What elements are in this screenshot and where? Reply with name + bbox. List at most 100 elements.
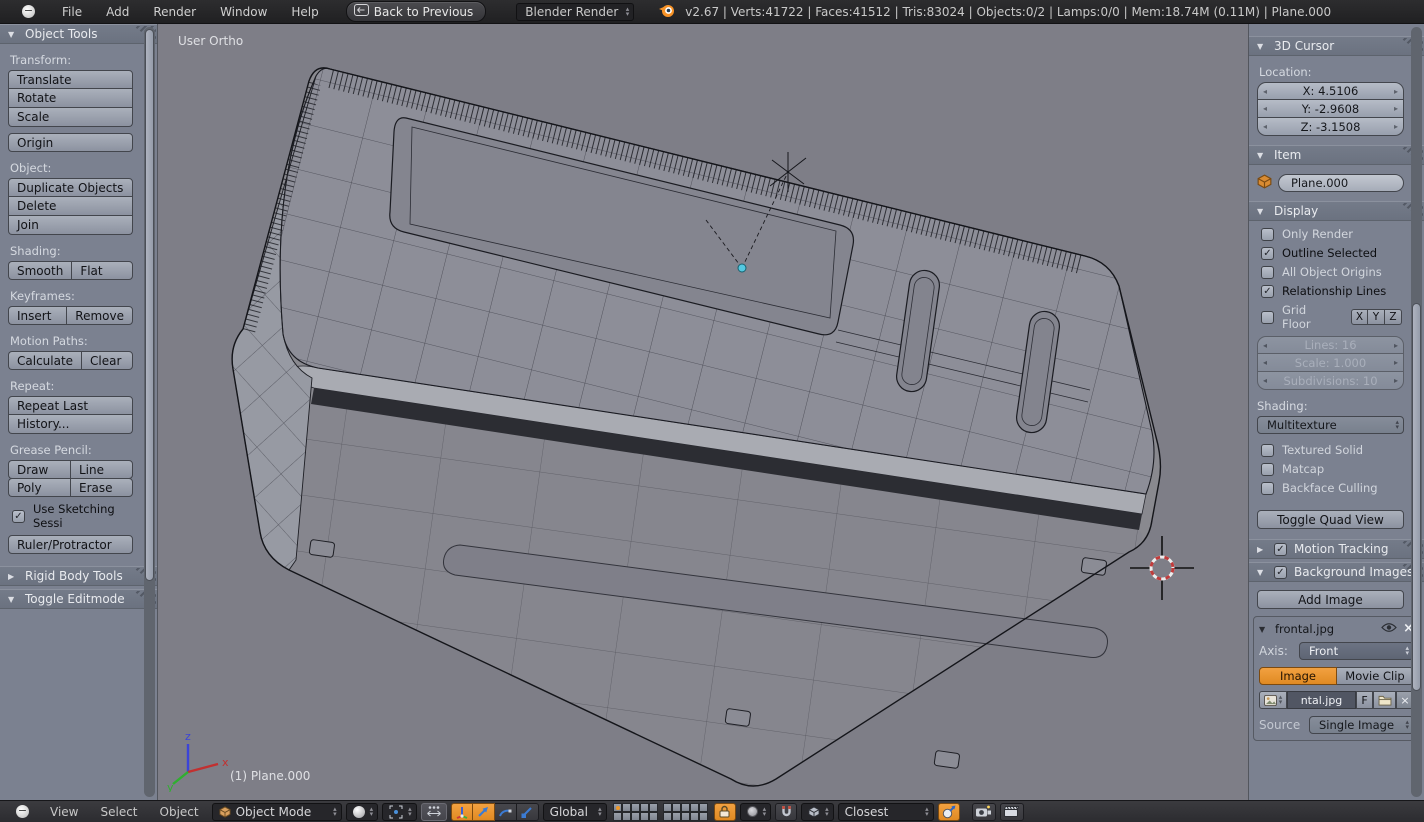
all-object-origins-checkbox[interactable] (1261, 265, 1274, 279)
grid-axis-z-button[interactable]: Z (1385, 309, 1402, 325)
flat-button[interactable]: Flat (71, 261, 133, 280)
pivot-point-dropdown[interactable]: ▴ ▾ (382, 802, 417, 821)
panel-header-item[interactable]: ▼ Item (1249, 145, 1424, 165)
chevron-down-icon[interactable]: ▼ (1259, 625, 1269, 634)
layer-cell[interactable] (680, 811, 690, 821)
layer-cell[interactable] (630, 802, 640, 812)
cursor-y-field[interactable]: Y: -2.9608 (1257, 100, 1404, 118)
menu-help[interactable]: Help (280, 0, 329, 24)
relationship-lines-checkbox[interactable]: ✓ (1261, 284, 1274, 298)
3d-viewport[interactable]: User Ortho (1) Plane.000 z x y (158, 24, 1248, 800)
matcap-checkbox[interactable] (1261, 462, 1274, 476)
mode-dropdown[interactable]: Object Mode ▴ ▾ (211, 802, 342, 821)
fake-user-button[interactable]: F (1356, 691, 1373, 709)
layer-cell[interactable] (662, 811, 672, 821)
manipulator-toggle-button[interactable] (450, 802, 473, 821)
gp-poly-button[interactable]: Poly (8, 478, 70, 497)
history-button[interactable]: History... (8, 415, 133, 434)
background-images-checkbox[interactable]: ✓ (1274, 565, 1287, 579)
axis-dropdown[interactable]: Front ▴ ▾ (1299, 642, 1414, 660)
layer-cell[interactable] (698, 802, 708, 812)
tab-movie-clip[interactable]: Movie Clip (1337, 667, 1414, 685)
shading-mode-dropdown[interactable]: Multitexture ▴ ▾ (1257, 416, 1404, 434)
wireframe-mesh-object[interactable] (158, 24, 1248, 800)
panel-header-object-tools[interactable]: ▼ Object Tools (0, 24, 157, 44)
grid-axis-y-button[interactable]: Y (1368, 309, 1385, 325)
add-image-button[interactable]: Add Image (1257, 590, 1404, 609)
snap-align-rotation-button[interactable] (937, 802, 960, 821)
scrollbar-thumb[interactable] (1412, 303, 1421, 691)
menu-object[interactable]: Object (149, 805, 210, 819)
eye-icon[interactable] (1381, 622, 1397, 636)
backface-culling-checkbox[interactable] (1261, 481, 1274, 495)
layer-cell[interactable] (680, 802, 690, 812)
snap-element-dropdown[interactable]: ▴ ▾ (801, 802, 834, 821)
menu-window[interactable]: Window (209, 0, 278, 24)
menu-render[interactable]: Render (142, 0, 207, 24)
item-name-field[interactable]: Plane.000 (1278, 174, 1404, 192)
smooth-button[interactable]: Smooth (8, 261, 72, 280)
use-sketching-checkbox[interactable]: ✓ (12, 509, 25, 523)
layer-cell[interactable] (621, 802, 631, 812)
properties-scrollbar[interactable] (1411, 27, 1422, 797)
panel-header-background-images[interactable]: ▼ ✓ Background Images (1249, 562, 1424, 582)
translate-manipulator-button[interactable] (472, 802, 495, 821)
tool-shelf-scrollbar[interactable] (144, 27, 155, 797)
gp-draw-button[interactable]: Draw (8, 460, 70, 479)
gp-erase-button[interactable]: Erase (70, 478, 133, 497)
orientation-dropdown[interactable]: Global ▴ ▾ (542, 802, 607, 821)
menu-file[interactable]: File (51, 0, 93, 24)
ruler-protractor-button[interactable]: Ruler/Protractor (8, 535, 133, 554)
join-button[interactable]: Join (8, 216, 133, 235)
menu-view[interactable]: View (39, 805, 89, 819)
layer-cell[interactable] (671, 811, 681, 821)
viewport-shading-dropdown[interactable]: ▴ ▾ (345, 802, 379, 821)
gp-line-button[interactable]: Line (70, 460, 133, 479)
toggle-quad-view-button[interactable]: Toggle Quad View (1257, 510, 1404, 529)
motion-tracking-checkbox[interactable]: ✓ (1274, 542, 1287, 556)
snap-mode-dropdown[interactable]: Closest ▴ ▾ (837, 802, 934, 821)
translate-button[interactable]: Translate (8, 70, 133, 89)
layer-cell[interactable] (689, 802, 699, 812)
source-dropdown[interactable]: Single Image ▴ ▾ (1309, 716, 1414, 734)
layer-cell[interactable] (648, 802, 658, 812)
calculate-paths-button[interactable]: Calculate (8, 351, 82, 370)
back-to-previous-button[interactable]: Back to Previous (345, 1, 487, 22)
grid-axis-x-button[interactable]: X (1351, 309, 1368, 325)
layer-cell[interactable] (671, 802, 681, 812)
layer-cell[interactable] (630, 811, 640, 821)
insert-keyframe-button[interactable]: Insert (8, 306, 67, 325)
repeat-last-button[interactable]: Repeat Last (8, 396, 133, 415)
scene-lock-button[interactable] (713, 802, 736, 821)
panel-header-display[interactable]: ▼ Display (1249, 201, 1424, 221)
datablock-name-field[interactable]: ntal.jpg (1287, 691, 1356, 709)
image-browse-button[interactable]: ▴ ▾ (1259, 691, 1287, 709)
panel-header-toggle-editmode[interactable]: ▼ Toggle Editmode (0, 589, 157, 609)
only-render-checkbox[interactable] (1261, 227, 1274, 241)
proportional-edit-dropdown[interactable]: ▴ ▾ (739, 802, 772, 821)
collapse-menu-icon[interactable]: − (16, 805, 29, 818)
layer-cell[interactable] (648, 811, 658, 821)
manipulate-centers-button[interactable] (420, 802, 447, 821)
snap-toggle-button[interactable] (775, 802, 798, 821)
tab-image[interactable]: Image (1259, 667, 1337, 685)
layer-cell[interactable] (612, 802, 622, 812)
delete-button[interactable]: Delete (8, 197, 133, 216)
layer-cell[interactable] (621, 811, 631, 821)
clear-paths-button[interactable]: Clear (81, 351, 133, 370)
cursor-x-field[interactable]: X: 4.5106 (1257, 82, 1404, 100)
remove-keyframe-button[interactable]: Remove (66, 306, 133, 325)
layer-cell[interactable] (612, 811, 622, 821)
duplicate-objects-button[interactable]: Duplicate Objects (8, 178, 133, 197)
cursor-z-field[interactable]: Z: -3.1508 (1257, 118, 1404, 136)
bg-image-name[interactable]: frontal.jpg (1275, 622, 1375, 636)
textured-solid-checkbox[interactable] (1261, 443, 1274, 457)
panel-header-motion-tracking[interactable]: ▶ ✓ Motion Tracking (1249, 539, 1424, 559)
render-still-button[interactable] (971, 802, 996, 821)
rotate-manipulator-button[interactable] (494, 802, 517, 821)
origin-button[interactable]: Origin (8, 133, 133, 152)
layer-cell[interactable] (639, 811, 649, 821)
scale-button[interactable]: Scale (8, 108, 133, 127)
open-file-button[interactable] (1373, 691, 1396, 709)
layer-cell[interactable] (662, 802, 672, 812)
